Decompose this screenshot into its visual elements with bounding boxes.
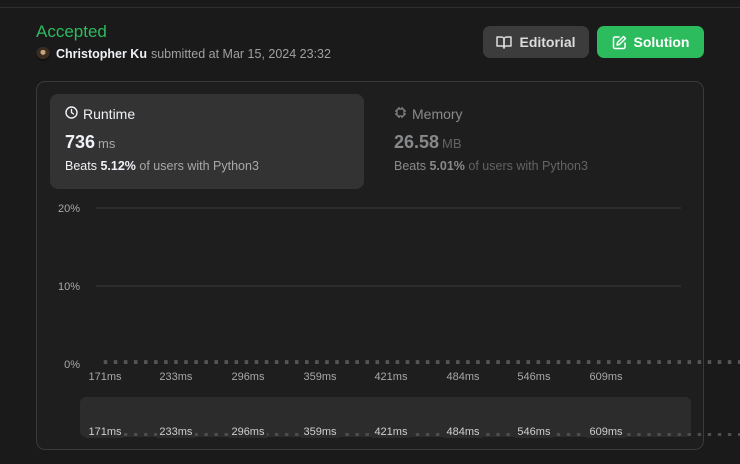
histogram-bar[interactable] — [707, 360, 712, 364]
runtime-card[interactable]: Runtime 736 ms Beats 5.12% of users with … — [50, 94, 364, 189]
runtime-title: Runtime — [83, 106, 136, 122]
editorial-button[interactable]: Editorial — [483, 26, 589, 58]
navigator-bar — [707, 433, 712, 436]
submitter-info: Christopher Ku submitted at Mar 15, 2024… — [36, 47, 331, 61]
runtime-beats-percent: 5.12% — [100, 159, 136, 173]
performance-panel: Runtime 736 ms Beats 5.12% of users with … — [36, 81, 704, 450]
edit-icon — [612, 35, 627, 50]
solution-label: Solution — [633, 34, 690, 50]
navigator-bar — [717, 433, 722, 436]
memory-beats-percent: 5.01% — [429, 159, 465, 173]
clock-icon — [65, 106, 78, 122]
memory-title: Memory — [412, 106, 463, 122]
book-icon — [496, 35, 513, 49]
submission-status: Accepted — [36, 22, 107, 41]
memory-unit: MB — [442, 136, 462, 151]
runtime-beats-suffix: of users with Python3 — [139, 159, 259, 173]
runtime-unit: ms — [98, 136, 116, 151]
chip-icon — [394, 106, 407, 122]
username-link[interactable]: Christopher Ku — [56, 47, 147, 61]
runtime-value: 736 — [65, 132, 96, 152]
solution-button[interactable]: Solution — [597, 26, 704, 58]
memory-beats-suffix: of users with Python3 — [468, 159, 588, 173]
runtime-beats-label: Beats — [65, 159, 97, 173]
avatar[interactable] — [36, 47, 50, 61]
histogram-bar[interactable] — [717, 360, 722, 364]
editorial-label: Editorial — [519, 34, 576, 50]
histogram-bar[interactable] — [727, 360, 732, 364]
submitted-timestamp: submitted at Mar 15, 2024 23:32 — [150, 47, 331, 61]
top-divider — [0, 7, 740, 8]
memory-card[interactable]: Memory 26.58 MB Beats 5.01% of users with… — [379, 94, 693, 189]
memory-beats-label: Beats — [394, 159, 426, 173]
memory-value: 26.58 — [394, 132, 440, 152]
navigator-bar — [727, 433, 732, 436]
